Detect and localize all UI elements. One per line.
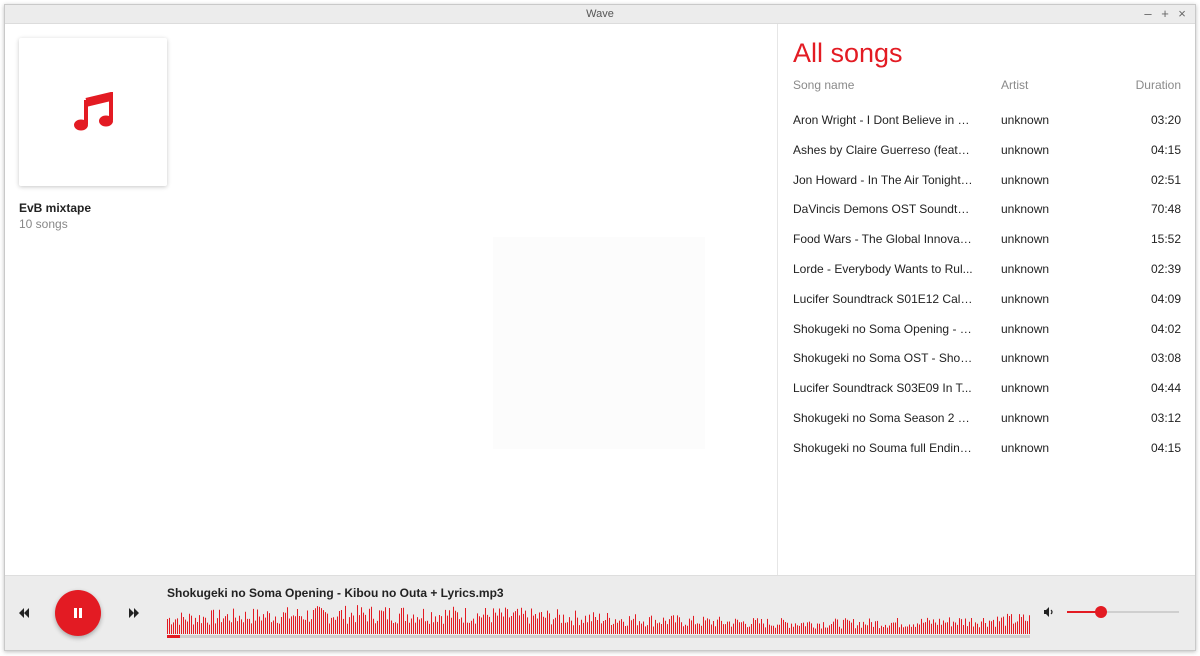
song-row[interactable]: Lucifer Soundtrack S03E09 In T... unknown… bbox=[778, 381, 1195, 411]
column-header-artist[interactable]: Artist bbox=[1001, 78, 1028, 92]
pause-icon bbox=[74, 608, 82, 618]
song-row[interactable]: Shokugeki no Souma full Ending ... unknow… bbox=[778, 440, 1195, 471]
column-header-duration[interactable]: Duration bbox=[1136, 78, 1181, 92]
song-row[interactable]: Food Wars - The Global Innovat... unknown… bbox=[778, 232, 1195, 262]
next-icon[interactable] bbox=[128, 607, 140, 619]
song-artist: unknown bbox=[1001, 440, 1050, 455]
song-duration: 15:52 bbox=[1150, 232, 1181, 247]
progress-bar[interactable] bbox=[167, 635, 1030, 638]
song-name: Lucifer Soundtrack S03E09 In T... bbox=[793, 381, 972, 396]
song-artist: unknown bbox=[1001, 291, 1050, 306]
song-name: Food Wars - The Global Innovat... bbox=[793, 232, 973, 247]
song-artist: unknown bbox=[1001, 351, 1050, 366]
album-name[interactable]: EvB mixtape bbox=[19, 201, 91, 215]
song-artist: unknown bbox=[1001, 262, 1050, 276]
title-bar: Wave – + × bbox=[5, 5, 1195, 24]
song-name: Shokugeki no Soma Opening - Ki... bbox=[793, 321, 973, 336]
song-row[interactable]: Shokugeki no Soma OST - Shoku... unknown 0… bbox=[778, 351, 1195, 381]
song-artist: unknown bbox=[1001, 142, 1050, 157]
song-duration: 03:20 bbox=[1150, 113, 1181, 127]
song-duration: 70:48 bbox=[1150, 202, 1181, 217]
previous-icon[interactable] bbox=[18, 607, 30, 619]
song-row[interactable]: Shokugeki no Soma Season 2 OS... unknown 0… bbox=[778, 411, 1195, 441]
minimize-button[interactable]: – bbox=[1140, 6, 1156, 22]
song-row[interactable]: DaVincis Demons OST Soundtra... unknown 70… bbox=[778, 202, 1195, 232]
song-name: DaVincis Demons OST Soundtra... bbox=[793, 202, 973, 217]
song-row[interactable]: Jon Howard - In The Air Tonight.... unkno… bbox=[778, 172, 1195, 203]
song-duration: 04:15 bbox=[1150, 142, 1181, 157]
song-artist: unknown bbox=[1001, 202, 1050, 217]
song-name: Shokugeki no Soma Season 2 OS... bbox=[793, 411, 973, 425]
song-row[interactable]: Lorde - Everybody Wants to Rul... unknown… bbox=[778, 262, 1195, 292]
song-row[interactable]: Ashes by Claire Guerreso (feat. o... unkn… bbox=[778, 142, 1195, 173]
app-window: Wave – + × EvB mixtape 10 songs All song… bbox=[4, 4, 1196, 651]
song-duration: 03:12 bbox=[1150, 411, 1181, 425]
close-button[interactable]: × bbox=[1174, 6, 1190, 22]
song-artist: unknown bbox=[1001, 411, 1050, 425]
song-artist: unknown bbox=[1001, 381, 1050, 396]
song-name: Lucifer Soundtrack S01E12 Call ... bbox=[793, 291, 973, 306]
song-artist: unknown bbox=[1001, 113, 1050, 127]
now-playing-title: Shokugeki no Soma Opening - Kibou no Out… bbox=[167, 586, 504, 600]
song-name: Ashes by Claire Guerreso (feat. o... bbox=[793, 142, 973, 157]
pause-button[interactable] bbox=[55, 590, 101, 636]
volume-slider[interactable] bbox=[1067, 606, 1179, 618]
waveform[interactable] bbox=[167, 600, 1030, 634]
volume-handle[interactable] bbox=[1094, 606, 1107, 618]
window-title: Wave bbox=[586, 8, 614, 20]
song-artist: unknown bbox=[1001, 321, 1050, 336]
artwork-placeholder bbox=[493, 237, 705, 449]
song-duration: 03:08 bbox=[1150, 351, 1181, 366]
album-cover[interactable] bbox=[19, 38, 167, 186]
song-name: Lorde - Everybody Wants to Rul... bbox=[793, 262, 973, 276]
music-note-icon bbox=[74, 92, 113, 131]
songs-title: All songs bbox=[793, 38, 903, 68]
song-duration: 04:44 bbox=[1150, 381, 1181, 396]
song-artist: unknown bbox=[1001, 232, 1050, 247]
song-duration: 04:09 bbox=[1150, 291, 1181, 306]
song-name: Shokugeki no Soma OST - Shoku... bbox=[793, 351, 973, 366]
song-name: Shokugeki no Souma full Ending ... bbox=[793, 440, 973, 455]
song-name: Jon Howard - In The Air Tonight.... bbox=[793, 172, 973, 187]
song-duration: 04:02 bbox=[1150, 321, 1181, 336]
song-name: Aron Wright - I Dont Believe in S... bbox=[793, 113, 973, 127]
maximize-button[interactable]: + bbox=[1157, 6, 1173, 22]
song-duration: 02:39 bbox=[1150, 262, 1181, 276]
song-duration: 02:51 bbox=[1150, 172, 1181, 187]
progress-fill bbox=[167, 635, 180, 638]
song-row[interactable]: Shokugeki no Soma Opening - Ki... unknown… bbox=[778, 321, 1195, 352]
album-song-count: 10 songs bbox=[19, 217, 68, 231]
songs-panel: All songs Song name Artist Duration Aron… bbox=[777, 24, 1195, 575]
volume-icon[interactable] bbox=[1043, 606, 1055, 618]
song-row[interactable]: Lucifer Soundtrack S01E12 Call ... unknow… bbox=[778, 291, 1195, 322]
song-duration: 04:15 bbox=[1150, 440, 1181, 455]
song-artist: unknown bbox=[1001, 172, 1050, 187]
player-bar: Shokugeki no Soma Opening - Kibou no Out… bbox=[5, 575, 1195, 650]
column-header-song-name[interactable]: Song name bbox=[793, 78, 854, 92]
song-row[interactable]: Aron Wright - I Dont Believe in S... unkn… bbox=[778, 113, 1195, 143]
